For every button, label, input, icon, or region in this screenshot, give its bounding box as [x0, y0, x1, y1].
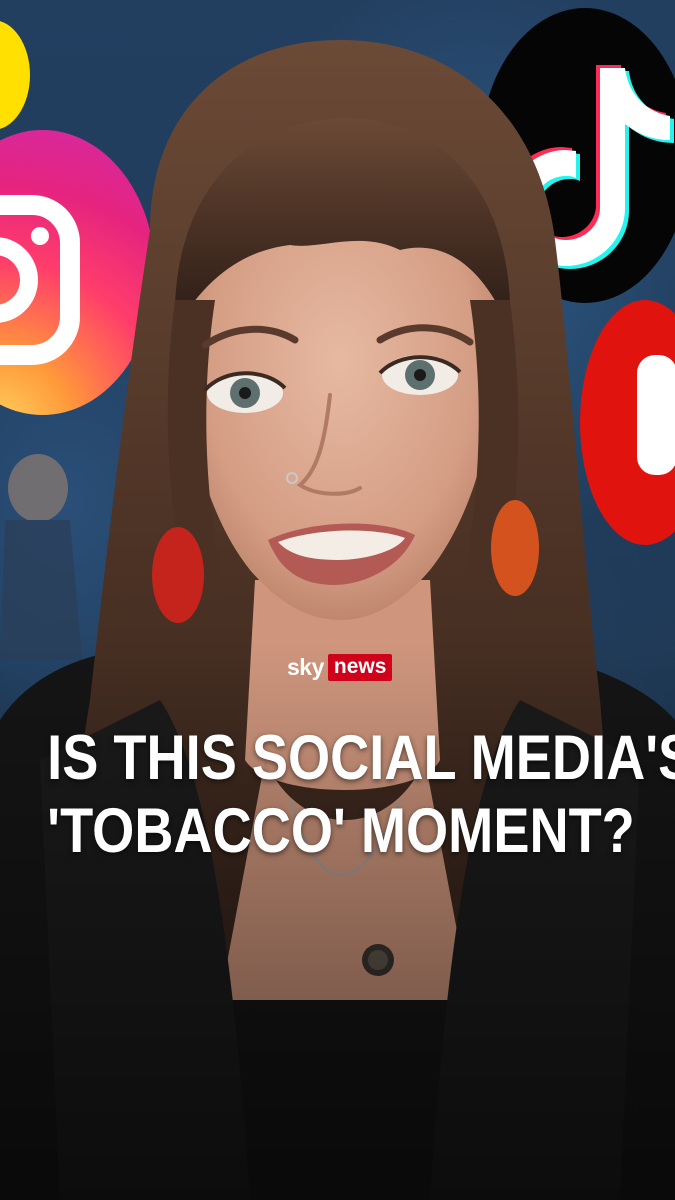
sky-wordmark: sky — [287, 653, 324, 680]
thumbnail: sky news IS THIS SOCIAL MEDIA'S 'TOBACCO… — [0, 0, 675, 1200]
news-badge: news — [327, 653, 393, 681]
sky-news-logo: sky news — [287, 652, 393, 682]
headline-line-2: 'TOBACCO' MOMENT? — [47, 796, 635, 866]
headline: IS THIS SOCIAL MEDIA'S 'TOBACCO' MOMENT? — [47, 722, 675, 868]
headline-line-1: IS THIS SOCIAL MEDIA'S — [47, 723, 675, 793]
background-figure — [0, 454, 82, 660]
presenter — [0, 40, 675, 1200]
